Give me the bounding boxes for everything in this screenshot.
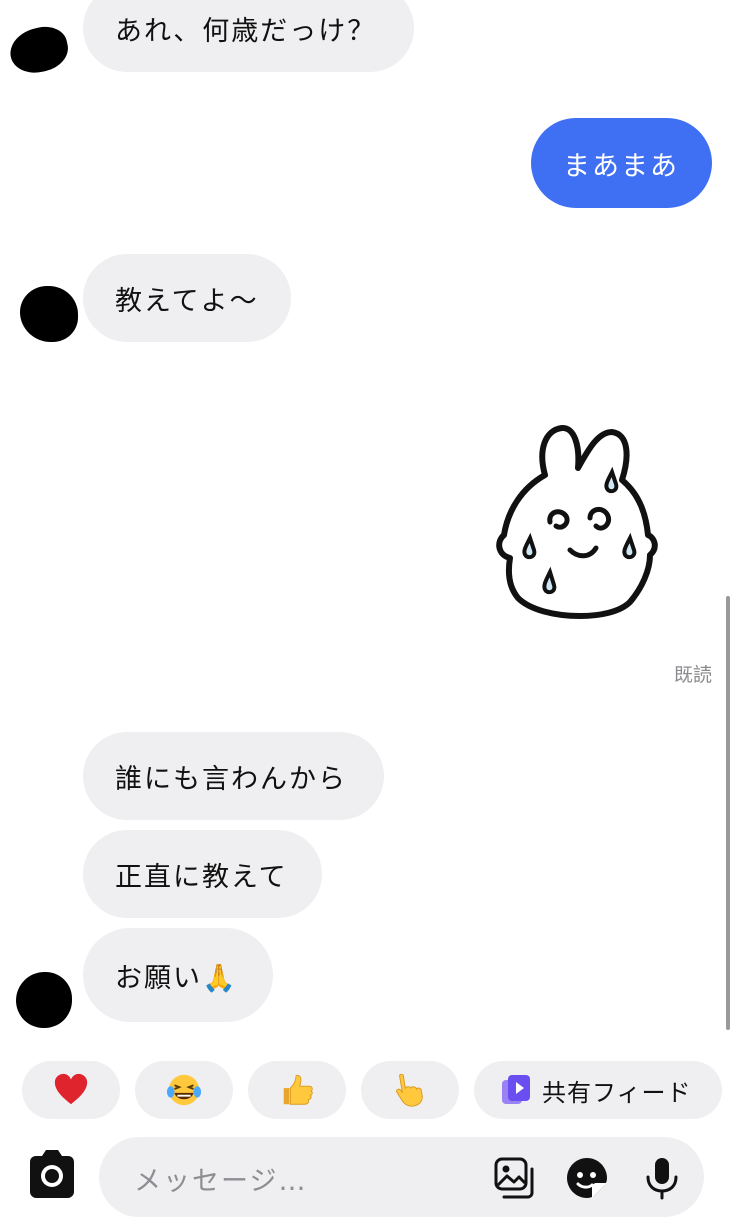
- contact-avatar[interactable]: [20, 286, 78, 342]
- quick-reaction-heart[interactable]: [22, 1061, 120, 1119]
- message-text: あれ、何歳だっけ？: [115, 15, 377, 47]
- message-text: お願い🙏: [115, 962, 238, 994]
- microphone-icon[interactable]: [639, 1155, 685, 1201]
- incoming-message-bubble[interactable]: お願い🙏: [83, 928, 273, 1022]
- thumbs-up-icon: [283, 1074, 313, 1105]
- contact-avatar[interactable]: [16, 972, 72, 1028]
- scrollbar[interactable]: [726, 596, 730, 1030]
- quick-reaction-pointing-hand[interactable]: [361, 1061, 459, 1119]
- shared-feed-label: 共有フィード: [542, 1078, 692, 1107]
- quick-reaction-thumbs-up[interactable]: [248, 1061, 346, 1119]
- message-input-placeholder: メッセージ…: [134, 1166, 308, 1197]
- sticker-icon[interactable]: [564, 1155, 610, 1201]
- read-receipt: 既読: [673, 664, 712, 686]
- laughing-tears-icon: [166, 1074, 202, 1106]
- message-text: 教えてよ〜: [115, 285, 259, 317]
- incoming-message-bubble[interactable]: あれ、何歳だっけ？: [83, 0, 414, 72]
- shared-feed-icon: [502, 1075, 530, 1104]
- contact-avatar[interactable]: [6, 22, 72, 78]
- camera-icon[interactable]: [24, 1148, 80, 1200]
- outgoing-message-bubble[interactable]: まあまあ: [531, 118, 712, 208]
- message-text: 正直に教えて: [115, 861, 288, 893]
- sweating-rabbit-sticker[interactable]: [490, 420, 665, 630]
- pointing-hand-icon: [396, 1073, 423, 1107]
- incoming-message-bubble[interactable]: 誰にも言わんから: [83, 732, 384, 820]
- message-text: 誰にも言わんから: [115, 763, 347, 795]
- message-composer[interactable]: メッセージ…: [99, 1137, 704, 1217]
- incoming-message-bubble[interactable]: 正直に教えて: [83, 830, 322, 918]
- gallery-icon[interactable]: [492, 1155, 538, 1201]
- heart-icon: [54, 1073, 88, 1105]
- quick-reaction-laugh[interactable]: [135, 1061, 233, 1119]
- message-text: まあまあ: [563, 150, 679, 182]
- incoming-message-bubble[interactable]: 教えてよ〜: [83, 254, 291, 342]
- shared-feed-button[interactable]: 共有フィード: [474, 1061, 722, 1119]
